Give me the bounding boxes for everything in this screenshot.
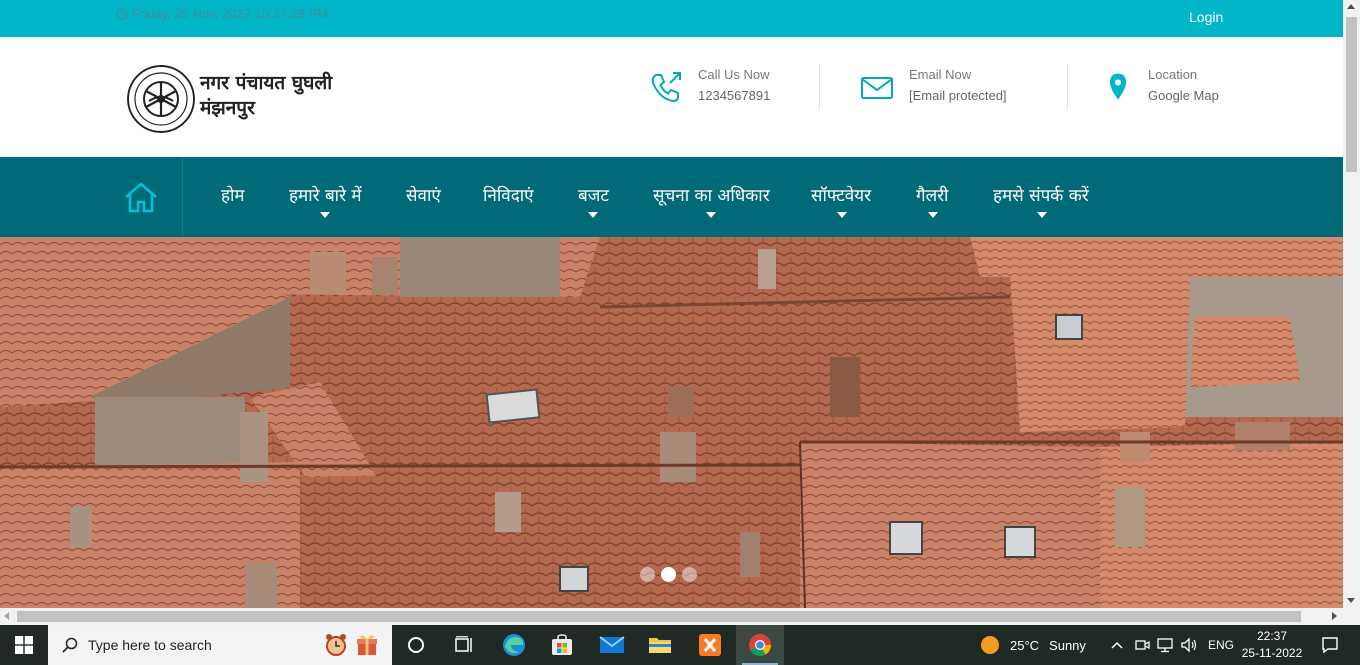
- chevron-down-icon: [588, 212, 598, 218]
- search-placeholder: Type here to search: [88, 637, 212, 653]
- vertical-scrollbar[interactable]: [1343, 0, 1360, 608]
- gift-icon: [357, 635, 377, 655]
- edge-browser-icon: [503, 634, 525, 656]
- nav-item-tenders[interactable]: निविदाएं: [483, 183, 534, 206]
- search-icon: [62, 637, 78, 653]
- system-tray-icons: ENG: [1110, 625, 1234, 665]
- clock-icon: [116, 7, 128, 20]
- site-title-line1: नगर पंचायत घुघली: [200, 72, 333, 94]
- site-title-line2: मंझनपुर: [200, 97, 255, 119]
- nav-item-budget[interactable]: बजट: [578, 183, 609, 206]
- scroll-right-icon[interactable]: [1332, 612, 1337, 620]
- chevron-down-icon: [837, 212, 847, 218]
- chevron-down-icon: [320, 212, 330, 218]
- xampp-icon: [699, 634, 721, 656]
- datetime-text: Friday, 25 Nov, 2022 10:37:29 PM: [132, 6, 329, 21]
- chrome-icon: [749, 634, 771, 656]
- home-button[interactable]: [100, 157, 183, 237]
- taskbar-clock[interactable]: 22:37 25-11-2022: [1240, 628, 1304, 662]
- slider-dot[interactable]: [640, 567, 655, 582]
- taskbar-chrome[interactable]: [736, 625, 784, 665]
- taskbar-mail[interactable]: [588, 625, 636, 665]
- network-icon[interactable]: [1156, 637, 1174, 653]
- taskbar-xampp[interactable]: [686, 625, 734, 665]
- contact-email-value: [Email protected]: [909, 88, 1007, 103]
- nav-item-contact[interactable]: हमसे संपर्क करें: [993, 183, 1089, 206]
- divider: [819, 65, 820, 109]
- chevron-down-icon: [706, 212, 716, 218]
- contact-email[interactable]: Email Now [Email protected]: [859, 67, 1007, 105]
- chevron-down-icon: [1037, 212, 1047, 218]
- slider-dots: [640, 567, 697, 582]
- scroll-down-icon[interactable]: [1347, 598, 1355, 603]
- contact-call[interactable]: Call Us Now 1234567891: [648, 67, 770, 105]
- cortana-icon: [408, 637, 424, 653]
- divider: [1067, 65, 1068, 109]
- slider-dot[interactable]: [682, 567, 697, 582]
- task-view-button[interactable]: [392, 625, 440, 665]
- weather-temp: 25°C: [1010, 637, 1040, 653]
- site-header: नगर पंचायत घुघली मंझनपुर Call Us Now 123…: [0, 37, 1343, 157]
- contact-location-value: Google Map: [1148, 88, 1219, 103]
- chevron-down-icon: [928, 212, 938, 218]
- hero-slider[interactable]: [0, 237, 1343, 608]
- rooftops-photo: [0, 237, 1343, 608]
- browser-viewport: Friday, 25 Nov, 2022 10:37:29 PM Login न…: [0, 0, 1343, 608]
- windows-taskbar: Type here to search 25°C Sunny ENG 22:37…: [0, 625, 1360, 665]
- scrollbar-thumb[interactable]: [17, 611, 1301, 622]
- contact-email-label: Email Now: [909, 67, 972, 82]
- alarm-clock-icon: [326, 634, 346, 656]
- notification-center-button[interactable]: [1306, 625, 1354, 665]
- task-view-button[interactable]: [440, 625, 488, 665]
- slider-dot-active[interactable]: [661, 567, 676, 582]
- nav-item-software[interactable]: सॉफ्टवेयर: [811, 183, 871, 206]
- task-view-icon: [455, 636, 472, 652]
- map-pin-icon: [1110, 73, 1126, 100]
- contact-location[interactable]: Location Google Map: [1102, 67, 1219, 105]
- taskbar-store[interactable]: [538, 625, 586, 665]
- scrollbar-thumb[interactable]: [1346, 17, 1357, 172]
- clock-time: 22:37: [1256, 629, 1288, 643]
- main-navigation: होम हमारे बारे में सेवाएं निविदाएं बजट स…: [0, 157, 1343, 237]
- site-title[interactable]: नगर पंचायत घुघली मंझनपुर: [200, 71, 332, 121]
- mail-icon: [861, 77, 893, 99]
- notification-icon: [1322, 637, 1338, 654]
- windows-logo-icon: [15, 636, 33, 654]
- meet-now-icon[interactable]: [1134, 637, 1150, 653]
- weather-widget[interactable]: 25°C Sunny: [980, 625, 1086, 665]
- nav-item-home[interactable]: होम: [221, 183, 245, 206]
- login-link[interactable]: Login: [1189, 9, 1223, 25]
- nav-item-gallery[interactable]: गैलरी: [916, 183, 948, 206]
- municipal-emblem-logo[interactable]: [127, 65, 195, 133]
- language-indicator[interactable]: ENG: [1208, 638, 1234, 652]
- nav-item-services[interactable]: सेवाएं: [406, 183, 441, 206]
- clock-date: 25-11-2022: [1241, 646, 1303, 660]
- sun-icon: [981, 636, 999, 654]
- datetime-display: Friday, 25 Nov, 2022 10:37:29 PM: [116, 6, 328, 21]
- microsoft-store-icon: [552, 634, 572, 655]
- scroll-left-icon[interactable]: [4, 612, 9, 620]
- scroll-up-icon[interactable]: [1347, 4, 1355, 9]
- mail-app-icon: [599, 636, 625, 653]
- top-bar: Friday, 25 Nov, 2022 10:37:29 PM Login: [0, 0, 1343, 37]
- contact-location-label: Location: [1148, 67, 1198, 82]
- taskbar-file-explorer[interactable]: [636, 625, 684, 665]
- horizontal-scrollbar[interactable]: [0, 608, 1360, 625]
- start-button[interactable]: [0, 625, 48, 665]
- home-icon: [125, 182, 157, 213]
- volume-icon[interactable]: [1180, 637, 1198, 653]
- phone-icon: [651, 72, 681, 103]
- nav-item-about[interactable]: हमारे बारे में: [289, 183, 362, 206]
- chevron-up-icon[interactable]: [1110, 640, 1124, 650]
- taskbar-edge[interactable]: [490, 625, 538, 665]
- weather-text: Sunny: [1049, 637, 1086, 653]
- taskbar-search-box[interactable]: Type here to search: [48, 625, 392, 665]
- contact-call-label: Call Us Now: [698, 67, 770, 82]
- contact-call-value: 1234567891: [698, 88, 771, 103]
- folder-icon: [649, 638, 671, 653]
- nav-item-rti[interactable]: सूचना का अधिकार: [653, 183, 770, 206]
